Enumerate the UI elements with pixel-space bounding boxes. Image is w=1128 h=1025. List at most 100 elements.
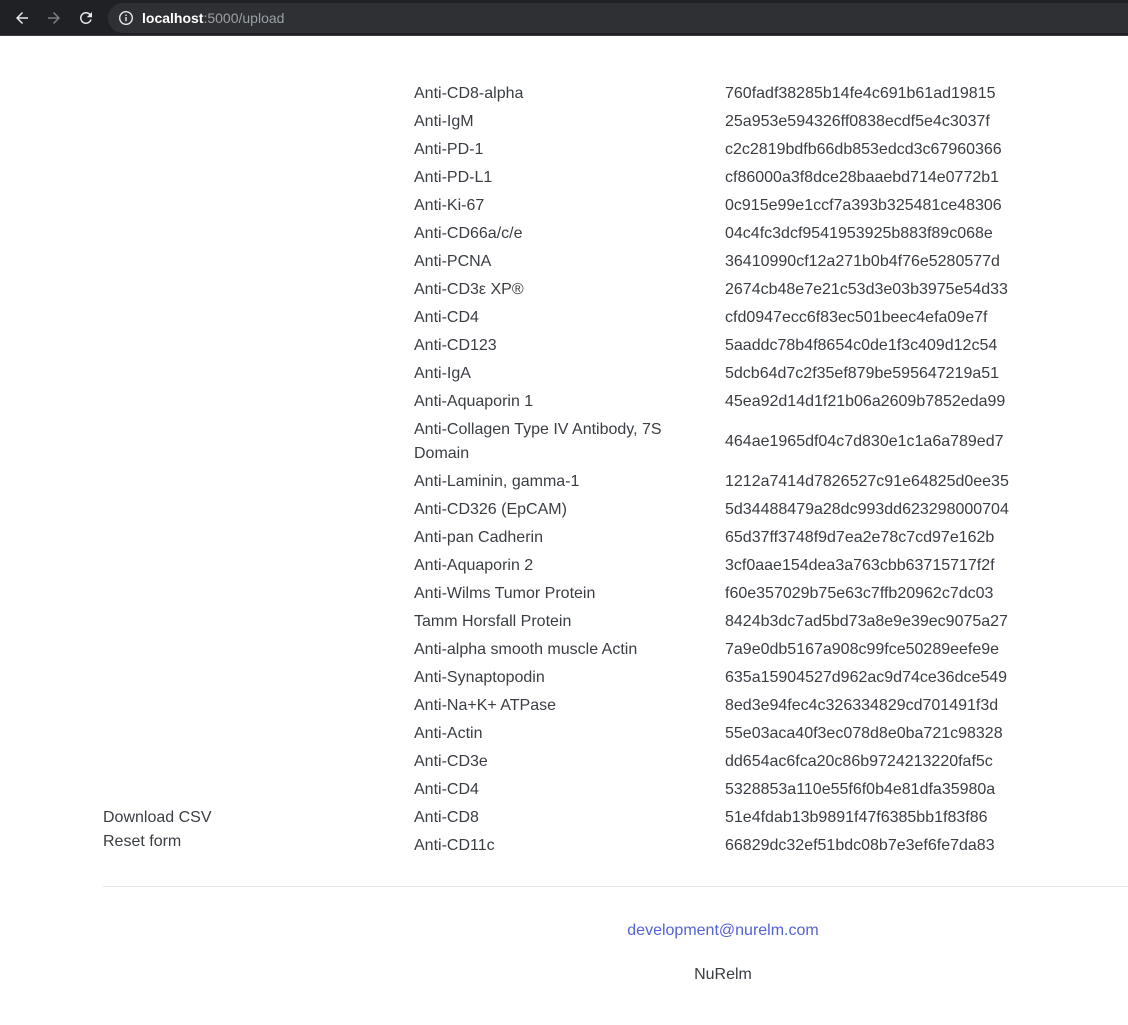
footer-email-link[interactable]: development@nurelm.com: [0, 919, 1128, 943]
antibody-name-cell: Anti-CD326 (EpCAM): [414, 501, 567, 518]
table-row: Anti-CD11c 66829dc32ef51bdc08b7e3ef6fe7da…: [407, 832, 1017, 860]
hash-cell: 464ae1965df04c7d830e1c1a6a789ed7: [725, 433, 1004, 450]
antibody-name-cell: Anti-CD123: [414, 337, 497, 354]
hash-cell: 7a9e0db5167a908c99fce50289eefe9e: [725, 641, 1000, 658]
reload-icon: [79, 11, 92, 24]
hash-cell: 66829dc32ef51bdc08b7e3ef6fe7da83: [725, 837, 995, 854]
hash-cell: 55e03aca40f3ec078d8e0ba721c98328: [725, 725, 1003, 742]
antibody-name-cell: Anti-Aquaporin 1: [414, 393, 534, 410]
table-row: Anti-PD-L1 cf86000a3f8dce28baaebd714e0772…: [407, 164, 1017, 192]
arrow-right-icon: [48, 12, 60, 24]
table-row: Anti-IgA 5dcb64d7c2f35ef879be595647219a51: [407, 360, 1017, 388]
arrow-left-icon: [16, 12, 28, 24]
hash-cell: 04c4fc3dcf9541953925b883f89c068e: [725, 225, 993, 242]
table-row: Anti-PCNA 36410990cf12a271b0b4f76e5280577…: [407, 248, 1017, 276]
hash-cell: 5d34488479a28dc993dd623298000704: [725, 501, 1009, 518]
table-row: Anti-CD4 5328853a110e55f6f0b4e81dfa35980a: [407, 776, 1017, 804]
table-row: Anti-Collagen Type IV Antibody, 7S Domai…: [407, 416, 1017, 468]
url-text: localhost:5000/upload: [142, 9, 284, 27]
antibody-name-cell: Anti-Laminin, gamma-1: [414, 473, 580, 490]
antibody-name-cell: Anti-PD-L1: [414, 169, 493, 186]
antibody-name-cell: Anti-IgA: [414, 365, 471, 382]
hash-cell: 635a15904527d962ac9d74ce36dce549: [725, 669, 1008, 686]
table-row: Anti-CD66a/c/e 04c4fc3dcf9541953925b883f8…: [407, 220, 1017, 248]
table-row: Anti-Ki-67 0c915e99e1ccf7a393b325481ce483…: [407, 192, 1017, 220]
table-row: Anti-Laminin, gamma-1 1212a7414d7826527c9…: [407, 468, 1017, 496]
antibody-name-cell: Tamm Horsfall Protein: [414, 613, 572, 630]
antibody-name-cell: Anti-CD8-alpha: [414, 85, 524, 102]
antibody-name-cell: Anti-CD66a/c/e: [414, 225, 523, 242]
hash-cell: 8424b3dc7ad5bd73a8e9e39ec9075a27: [725, 613, 1008, 630]
reload-button[interactable]: [74, 6, 98, 30]
hash-cell: 2674cb48e7e21c53d3e03b3975e54d33: [725, 281, 1008, 298]
table-row: Anti-Aquaporin 2 3cf0aae154dea3a763cbb637…: [407, 552, 1017, 580]
table-row: Anti-CD4 cfd0947ecc6f83ec501beec4efa09e7f: [407, 304, 1017, 332]
antibody-name-cell: Anti-CD11c: [414, 837, 495, 854]
hash-cell: cf86000a3f8dce28baaebd714e0772b1: [725, 169, 1000, 186]
table-row: Anti-Wilms Tumor Protein f60e357029b75e63…: [407, 580, 1017, 608]
footer-divider: [103, 886, 1128, 887]
antibody-name-cell: Anti-Wilms Tumor Protein: [414, 585, 596, 602]
download-csv-link[interactable]: Download CSV: [103, 806, 212, 830]
reset-form-link[interactable]: Reset form: [103, 830, 212, 854]
hash-cell: 51e4fdab13b9891f47f6385bb1f83f86: [725, 809, 988, 826]
hash-cell: 5aaddc78b4f8654c0de1f3c409d12c54: [725, 337, 998, 354]
antibody-name-cell: Anti-PCNA: [414, 253, 492, 270]
table-row: Tamm Horsfall Protein 8424b3dc7ad5bd73a8e…: [407, 608, 1017, 636]
antibody-name-cell: Anti-Collagen Type IV Antibody, 7S Domai…: [414, 421, 662, 462]
table-row: Anti-CD3ε XP® 2674cb48e7e21c53d3e03b3975e…: [407, 276, 1017, 304]
hash-cell: 1212a7414d7826527c91e64825d0ee35: [725, 473, 1009, 490]
hash-cell: 5328853a110e55f6f0b4e81dfa35980a: [725, 781, 996, 798]
antibody-name-cell: Anti-Na+K+ ATPase: [414, 697, 556, 714]
antibody-name-cell: Anti-Actin: [414, 725, 483, 742]
hash-cell: 65d37ff3748f9d7ea2e78c7cd97e162b: [725, 529, 995, 546]
hash-cell: 3cf0aae154dea3a763cbb63715717f2f: [725, 557, 995, 574]
hash-cell: 8ed3e94fec4c326334829cd701491f3d: [725, 697, 999, 714]
address-bar[interactable]: localhost:5000/upload: [108, 3, 1128, 33]
table-row: Anti-IgM 25a953e594326ff0838ecdf5e4c3037f: [407, 108, 1017, 136]
hash-cell: dd654ac6fca20c86b9724213220faf5c: [725, 753, 993, 770]
hash-cell: f60e357029b75e63c7ffb20962c7dc03: [725, 585, 994, 602]
table-row: Anti-PD-1 c2c2819bdfb66db853edcd3c6796036…: [407, 136, 1017, 164]
table-row: Anti-CD8-alpha 760fadf38285b14fe4c691b61a…: [407, 80, 1017, 108]
antibody-name-cell: Anti-CD8: [414, 809, 479, 826]
antibody-name-cell: Anti-CD4: [414, 309, 479, 326]
hash-cell: 25a953e594326ff0838ecdf5e4c3037f: [725, 113, 990, 130]
table-row: Anti-Synaptopodin 635a15904527d962ac9d74c…: [407, 664, 1017, 692]
url-path: :5000/upload: [203, 10, 285, 26]
back-button[interactable]: [10, 6, 34, 30]
table-row: Anti-pan Cadherin 65d37ff3748f9d7ea2e78c7…: [407, 524, 1017, 552]
antibody-name-cell: Anti-IgM: [414, 113, 474, 130]
antibody-name-cell: Anti-alpha smooth muscle Actin: [414, 641, 638, 658]
form-actions: Download CSV Reset form: [103, 806, 212, 854]
table-row: Anti-CD8 51e4fdab13b9891f47f6385bb1f83f86: [407, 804, 1017, 832]
antibody-name-cell: Anti-Aquaporin 2: [414, 557, 534, 574]
antibody-name-cell: Anti-Synaptopodin: [414, 669, 545, 686]
footer-brand: NuRelm: [694, 966, 752, 983]
browser-toolbar: localhost:5000/upload: [0, 0, 1128, 36]
antibody-name-cell: Anti-Ki-67: [414, 197, 485, 214]
table-row: Anti-CD123 5aaddc78b4f8654c0de1f3c409d12c…: [407, 332, 1017, 360]
hash-cell: 45ea92d14d1f21b06a2609b7852eda99: [725, 393, 1006, 410]
info-icon[interactable]: [118, 10, 134, 26]
table-row: Anti-alpha smooth muscle Actin 7a9e0db516…: [407, 636, 1017, 664]
table-row: Anti-CD326 (EpCAM) 5d34488479a28dc993dd62…: [407, 496, 1017, 524]
hash-cell: 36410990cf12a271b0b4f76e5280577d: [725, 253, 1000, 270]
antibody-name-cell: Anti-CD3e: [414, 753, 488, 770]
table-row: Anti-Na+K+ ATPase 8ed3e94fec4c326334829cd…: [407, 692, 1017, 720]
antibody-name-cell: Anti-pan Cadherin: [414, 529, 543, 546]
antibody-name-cell: Anti-PD-1: [414, 141, 484, 158]
table-row: Anti-Actin 55e03aca40f3ec078d8e0ba721c983…: [407, 720, 1017, 748]
hash-cell: cfd0947ecc6f83ec501beec4efa09e7f: [725, 309, 988, 326]
antibody-name-cell: Anti-CD4: [414, 781, 479, 798]
url-host: localhost: [142, 10, 204, 26]
hash-cell: 760fadf38285b14fe4c691b61ad19815: [725, 85, 996, 102]
antibody-name-cell: Anti-CD3ε XP®: [414, 281, 524, 298]
results-table: Anti-CD8-alpha 760fadf38285b14fe4c691b61a…: [407, 80, 1017, 860]
results-table-body: Anti-CD8-alpha 760fadf38285b14fe4c691b61a…: [407, 80, 1017, 860]
table-row: Anti-CD3e dd654ac6fca20c86b9724213220faf5…: [407, 748, 1017, 776]
hash-cell: 0c915e99e1ccf7a393b325481ce48306: [725, 197, 1002, 214]
forward-button[interactable]: [42, 6, 66, 30]
hash-cell: c2c2819bdfb66db853edcd3c67960366: [725, 141, 1002, 158]
hash-cell: 5dcb64d7c2f35ef879be595647219a51: [725, 365, 1000, 382]
